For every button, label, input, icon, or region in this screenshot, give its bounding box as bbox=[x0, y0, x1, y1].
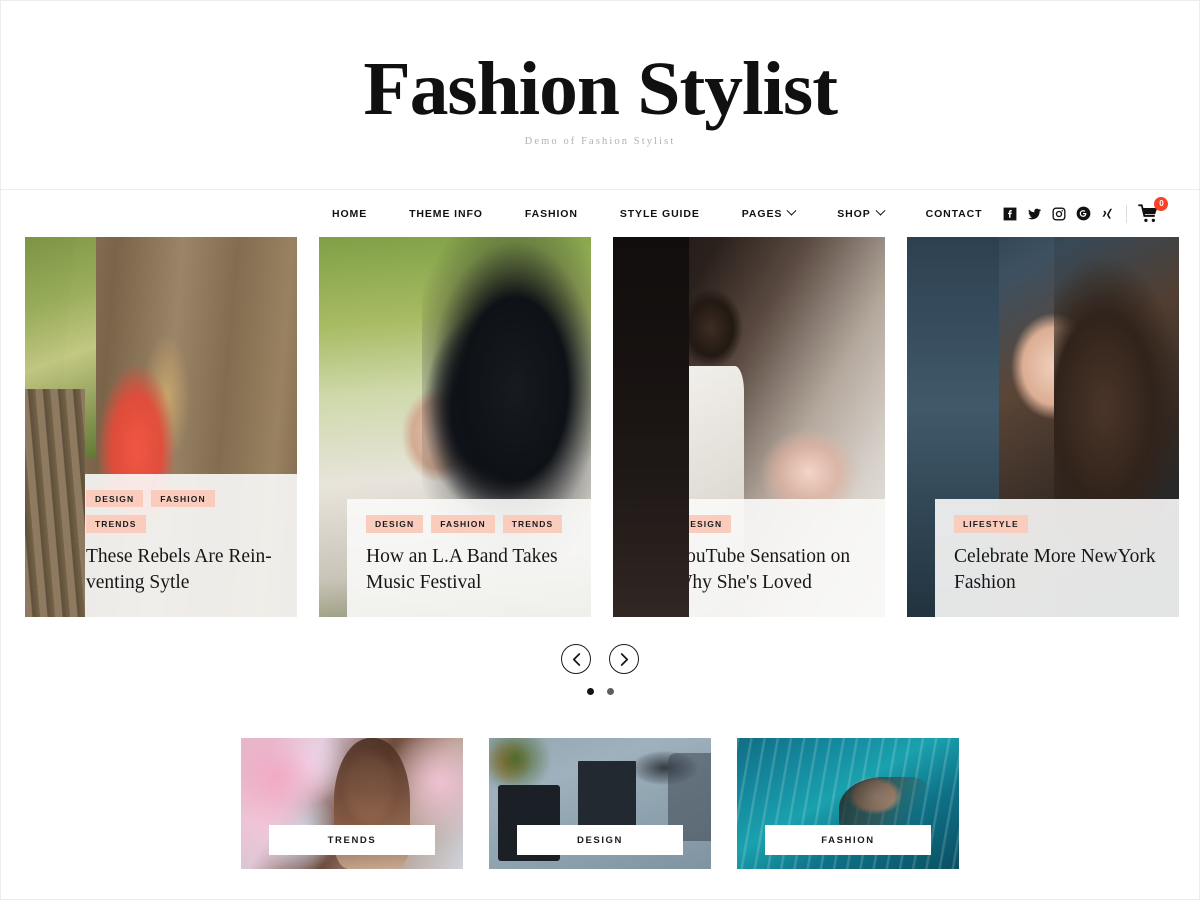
cart-button[interactable]: 0 bbox=[1138, 197, 1169, 223]
nav-item-contact[interactable]: CONTACT bbox=[905, 208, 1004, 220]
social-links bbox=[1003, 206, 1126, 221]
slider-prev-button[interactable] bbox=[561, 644, 591, 674]
category-tiles: TRENDS DESIGN FASHION bbox=[1, 738, 1199, 869]
card-tags: DESIGN FASHION TRENDS bbox=[366, 515, 573, 533]
nav-item-style-guide[interactable]: STYLE GUIDE bbox=[599, 208, 721, 220]
tag-trends[interactable]: TRENDS bbox=[502, 515, 563, 533]
site-title[interactable]: Fashion Stylist bbox=[363, 51, 838, 127]
cart-count-badge: 0 bbox=[1154, 197, 1169, 211]
facebook-icon[interactable] bbox=[1003, 207, 1017, 221]
nav-item-home[interactable]: HOME bbox=[332, 208, 388, 220]
featured-posts-slider: DESIGN FASHION TRENDS These Rebels Are R… bbox=[1, 237, 1199, 695]
nav-item-shop[interactable]: SHOP bbox=[816, 205, 904, 220]
slide-card[interactable]: DESIGN YouTube Sensation on Why She's Lo… bbox=[613, 237, 885, 617]
nav-item-label: FASHION bbox=[524, 207, 578, 220]
category-label[interactable]: FASHION bbox=[765, 824, 931, 855]
nav-item-label: SHOP bbox=[837, 207, 871, 220]
nav-item-label: STYLE GUIDE bbox=[619, 207, 700, 220]
nav-item-label: THEME INFO bbox=[409, 207, 483, 220]
chevron-right-icon bbox=[620, 652, 628, 666]
slide-card[interactable]: LIFESTYLE Celebrate More NewYork Fashion bbox=[907, 237, 1179, 617]
card-tags: LIFESTYLE bbox=[954, 515, 1161, 533]
twitter-icon[interactable] bbox=[1027, 207, 1042, 221]
chevron-down-icon bbox=[786, 205, 797, 216]
card-title[interactable]: These Rebels Are Rein-venting Sytle bbox=[86, 544, 279, 597]
xing-icon[interactable] bbox=[1101, 207, 1114, 221]
page-root: Fashion Stylist Demo of Fashion Stylist … bbox=[0, 0, 1200, 900]
nav-item-label: PAGES bbox=[741, 207, 783, 220]
nav-divider bbox=[1126, 204, 1128, 223]
category-tile-fashion[interactable]: FASHION bbox=[737, 738, 959, 869]
chevron-down-icon bbox=[875, 205, 886, 216]
card-overlay: DESIGN YouTube Sensation on Why She's Lo… bbox=[655, 499, 885, 617]
slider-next-button[interactable] bbox=[609, 644, 639, 674]
chevron-left-icon bbox=[572, 652, 580, 666]
tag-design[interactable]: DESIGN bbox=[366, 515, 424, 533]
nav-item-fashion[interactable]: FASHION bbox=[504, 208, 599, 220]
card-title[interactable]: How an L.A Band Takes Music Festival bbox=[366, 544, 573, 597]
slider-dot-1[interactable] bbox=[586, 688, 594, 695]
card-overlay: DESIGN FASHION TRENDS How an L.A Band Ta… bbox=[347, 499, 591, 617]
category-label[interactable]: TRENDS bbox=[269, 824, 435, 855]
tag-lifestyle[interactable]: LIFESTYLE bbox=[954, 515, 1028, 533]
category-label[interactable]: DESIGN bbox=[517, 824, 683, 855]
slider-controls bbox=[25, 644, 1175, 674]
tag-trends[interactable]: TRENDS bbox=[86, 515, 146, 533]
tag-fashion[interactable]: FASHION bbox=[431, 515, 495, 533]
card-title[interactable]: Celebrate More NewYork Fashion bbox=[954, 544, 1161, 597]
main-navigation: HOME THEME INFO FASHION STYLE GUIDE PAGE… bbox=[1, 190, 1199, 237]
card-overlay: DESIGN FASHION TRENDS These Rebels Are R… bbox=[67, 473, 297, 617]
category-tile-design[interactable]: DESIGN bbox=[489, 738, 711, 869]
slide-card[interactable]: DESIGN FASHION TRENDS How an L.A Band Ta… bbox=[319, 237, 591, 617]
site-header: Fashion Stylist Demo of Fashion Stylist bbox=[1, 1, 1199, 190]
card-title[interactable]: YouTube Sensation on Why She's Loved bbox=[674, 544, 867, 597]
nav-item-label: HOME bbox=[332, 207, 368, 220]
nav-item-pages[interactable]: PAGES bbox=[721, 205, 816, 220]
slider-dot-2[interactable] bbox=[606, 688, 614, 695]
tag-design[interactable]: DESIGN bbox=[86, 489, 144, 508]
card-tags: DESIGN FASHION TRENDS bbox=[86, 489, 279, 533]
tag-fashion[interactable]: FASHION bbox=[151, 489, 215, 508]
nav-item-label: CONTACT bbox=[925, 207, 983, 220]
googleplus-icon[interactable] bbox=[1076, 206, 1091, 221]
nav-item-theme-info[interactable]: THEME INFO bbox=[388, 208, 504, 220]
slide-card[interactable]: DESIGN FASHION TRENDS These Rebels Are R… bbox=[25, 237, 297, 617]
nav-menu: HOME THEME INFO FASHION STYLE GUIDE PAGE… bbox=[332, 205, 1004, 220]
slider-pagination-dots bbox=[25, 688, 1175, 695]
site-tagline: Demo of Fashion Stylist bbox=[524, 136, 676, 147]
card-tags: DESIGN bbox=[674, 515, 867, 533]
nav-right-tools: 0 bbox=[1003, 197, 1169, 223]
category-tile-trends[interactable]: TRENDS bbox=[241, 738, 463, 869]
slider-track: DESIGN FASHION TRENDS These Rebels Are R… bbox=[25, 237, 1179, 617]
card-overlay: LIFESTYLE Celebrate More NewYork Fashion bbox=[935, 499, 1179, 617]
instagram-icon[interactable] bbox=[1052, 206, 1066, 221]
